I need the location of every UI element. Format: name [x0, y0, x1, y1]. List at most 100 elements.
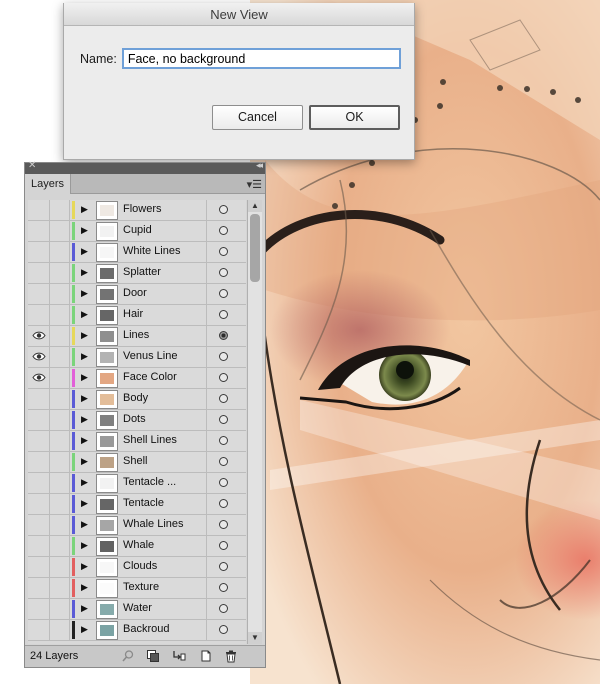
- scroll-thumb[interactable]: [250, 214, 260, 282]
- layer-row[interactable]: ▶ Water: [28, 599, 246, 620]
- visibility-toggle[interactable]: [28, 368, 50, 388]
- target-circle-icon[interactable]: [219, 352, 228, 361]
- lock-toggle[interactable]: [51, 620, 70, 640]
- target-circle-icon[interactable]: [219, 373, 228, 382]
- lock-toggle[interactable]: [51, 284, 70, 304]
- layer-row[interactable]: ▶ Backroud: [28, 620, 246, 641]
- target-circle-icon[interactable]: [219, 226, 228, 235]
- trash-icon[interactable]: [224, 649, 238, 663]
- target-circle-icon[interactable]: [219, 331, 228, 340]
- disclosure-triangle-icon[interactable]: ▶: [81, 582, 88, 593]
- panel-menu-icon[interactable]: ▾☰: [247, 178, 262, 191]
- layer-row[interactable]: ▶ Dots: [28, 410, 246, 431]
- layer-row[interactable]: ▶ Shell: [28, 452, 246, 473]
- visibility-toggle[interactable]: [28, 452, 50, 472]
- layer-row[interactable]: ▶ Hair: [28, 305, 246, 326]
- lock-toggle[interactable]: [51, 431, 70, 451]
- visibility-toggle[interactable]: [28, 284, 50, 304]
- visibility-toggle[interactable]: [28, 473, 50, 493]
- lock-toggle[interactable]: [51, 473, 70, 493]
- target-circle-icon[interactable]: [219, 562, 228, 571]
- visibility-toggle[interactable]: [28, 494, 50, 514]
- layer-name[interactable]: Water: [123, 602, 152, 614]
- lock-toggle[interactable]: [51, 368, 70, 388]
- lock-toggle[interactable]: [51, 347, 70, 367]
- lock-toggle[interactable]: [51, 221, 70, 241]
- disclosure-triangle-icon[interactable]: ▶: [81, 561, 88, 572]
- ok-button[interactable]: OK: [309, 105, 400, 130]
- visibility-toggle[interactable]: [28, 389, 50, 409]
- layer-row[interactable]: ▶ Shell Lines: [28, 431, 246, 452]
- cancel-button[interactable]: Cancel: [212, 105, 303, 130]
- visibility-toggle[interactable]: [28, 431, 50, 451]
- panel-title-bar[interactable]: ✕ ◂◂: [25, 160, 265, 174]
- lock-toggle[interactable]: [51, 452, 70, 472]
- disclosure-triangle-icon[interactable]: ▶: [81, 498, 88, 509]
- layer-name[interactable]: Dots: [123, 413, 146, 425]
- layer-name[interactable]: Texture: [123, 581, 159, 593]
- disclosure-triangle-icon[interactable]: ▶: [81, 267, 88, 278]
- layer-name[interactable]: Whale Lines: [123, 518, 184, 530]
- collapse-panel-icon[interactable]: ◂◂: [256, 160, 263, 171]
- layer-name[interactable]: Tentacle: [123, 497, 164, 509]
- layer-row[interactable]: ▶ Splatter: [28, 263, 246, 284]
- lock-toggle[interactable]: [51, 389, 70, 409]
- disclosure-triangle-icon[interactable]: ▶: [81, 204, 88, 215]
- target-circle-icon[interactable]: [219, 541, 228, 550]
- layer-row[interactable]: ▶ Cupid: [28, 221, 246, 242]
- close-icon[interactable]: ✕: [28, 160, 36, 171]
- disclosure-triangle-icon[interactable]: ▶: [81, 519, 88, 530]
- layer-name[interactable]: Flowers: [123, 203, 162, 215]
- layer-row[interactable]: ▶ Clouds: [28, 557, 246, 578]
- visibility-toggle[interactable]: [28, 557, 50, 577]
- target-circle-icon[interactable]: [219, 310, 228, 319]
- locate-object-icon[interactable]: [121, 649, 135, 663]
- layer-name[interactable]: Whale: [123, 539, 154, 551]
- lock-toggle[interactable]: [51, 578, 70, 598]
- lock-toggle[interactable]: [51, 326, 70, 346]
- layer-row[interactable]: ▶ Door: [28, 284, 246, 305]
- lock-toggle[interactable]: [51, 494, 70, 514]
- disclosure-triangle-icon[interactable]: ▶: [81, 456, 88, 467]
- target-circle-icon[interactable]: [219, 604, 228, 613]
- layer-row[interactable]: ▶ White Lines: [28, 242, 246, 263]
- visibility-toggle[interactable]: [28, 242, 50, 262]
- layer-name[interactable]: Shell Lines: [123, 434, 177, 446]
- disclosure-triangle-icon[interactable]: ▶: [81, 246, 88, 257]
- visibility-toggle[interactable]: [28, 410, 50, 430]
- visibility-toggle[interactable]: [28, 326, 50, 346]
- layer-row[interactable]: ▶ Tentacle: [28, 494, 246, 515]
- layer-name[interactable]: Backroud: [123, 623, 169, 635]
- scroll-down-arrow-icon[interactable]: ▼: [248, 632, 262, 644]
- disclosure-triangle-icon[interactable]: ▶: [81, 351, 88, 362]
- layer-name[interactable]: Cupid: [123, 224, 152, 236]
- target-circle-icon[interactable]: [219, 478, 228, 487]
- scroll-up-arrow-icon[interactable]: ▲: [248, 200, 262, 212]
- disclosure-triangle-icon[interactable]: ▶: [81, 225, 88, 236]
- new-layer-icon[interactable]: [199, 649, 213, 663]
- disclosure-triangle-icon[interactable]: ▶: [81, 540, 88, 551]
- clipping-mask-icon[interactable]: [146, 649, 160, 663]
- lock-toggle[interactable]: [51, 263, 70, 283]
- layer-row[interactable]: ▶ Face Color: [28, 368, 246, 389]
- visibility-toggle[interactable]: [28, 305, 50, 325]
- lock-toggle[interactable]: [51, 536, 70, 556]
- lock-toggle[interactable]: [51, 200, 70, 220]
- target-circle-icon[interactable]: [219, 583, 228, 592]
- target-circle-icon[interactable]: [219, 499, 228, 508]
- disclosure-triangle-icon[interactable]: ▶: [81, 624, 88, 635]
- visibility-toggle[interactable]: [28, 347, 50, 367]
- name-input[interactable]: [121, 48, 401, 69]
- lock-toggle[interactable]: [51, 557, 70, 577]
- layer-row[interactable]: ▶ Tentacle ...: [28, 473, 246, 494]
- target-circle-icon[interactable]: [219, 415, 228, 424]
- target-circle-icon[interactable]: [219, 457, 228, 466]
- visibility-toggle[interactable]: [28, 221, 50, 241]
- layer-row[interactable]: ▶ Venus Line: [28, 347, 246, 368]
- disclosure-triangle-icon[interactable]: ▶: [81, 330, 88, 341]
- target-circle-icon[interactable]: [219, 520, 228, 529]
- disclosure-triangle-icon[interactable]: ▶: [81, 435, 88, 446]
- target-circle-icon[interactable]: [219, 205, 228, 214]
- disclosure-triangle-icon[interactable]: ▶: [81, 414, 88, 425]
- target-circle-icon[interactable]: [219, 289, 228, 298]
